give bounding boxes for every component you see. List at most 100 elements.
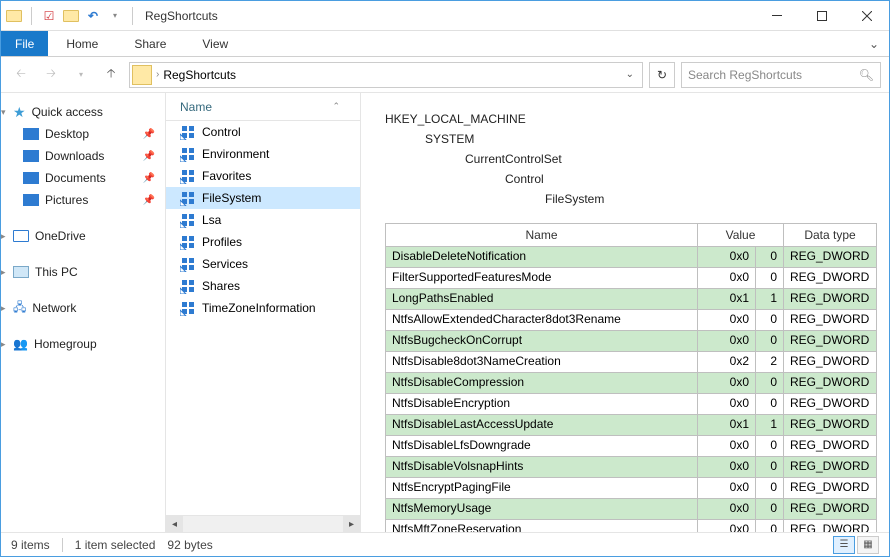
title-bar: ☑ ↶ ▾ RegShortcuts <box>1 1 889 31</box>
shortcut-icon <box>180 300 196 316</box>
table-row[interactable]: NtfsBugcheckOnCorrupt0x00REG_DWORD <box>386 331 876 352</box>
scroll-right-icon[interactable]: ▸ <box>343 516 360 533</box>
pc-icon <box>13 266 29 278</box>
search-placeholder: Search RegShortcuts <box>688 68 802 82</box>
navigation-pane: ▾ ★ Quick access Desktop📌Downloads📌Docum… <box>1 93 166 532</box>
nav-this-pc[interactable]: ▸ This PC <box>1 261 165 283</box>
shortcut-icon <box>180 190 196 206</box>
pin-icon: 📌 <box>143 151 155 162</box>
address-bar[interactable]: › RegShortcuts ⌄ <box>129 62 643 88</box>
status-bar: 9 items 1 item selected 92 bytes ☰ ▦ <box>1 532 889 556</box>
recent-dropdown-icon[interactable]: ▾ <box>69 63 93 87</box>
expand-icon[interactable]: ▸ <box>1 231 6 242</box>
list-item[interactable]: Favorites <box>166 165 360 187</box>
qat-properties-icon[interactable]: ☑ <box>40 7 58 25</box>
address-dropdown-icon[interactable]: ⌄ <box>620 69 640 80</box>
ribbon: File Home Share View ⌄ <box>1 31 889 57</box>
view-details-button[interactable]: ☰ <box>833 536 855 554</box>
view-icons-button[interactable]: ▦ <box>857 536 879 554</box>
list-item[interactable]: FileSystem <box>166 187 360 209</box>
ribbon-tab-home[interactable]: Home <box>48 31 116 56</box>
list-item[interactable]: TimeZoneInformation <box>166 297 360 319</box>
nav-quick-item[interactable]: Pictures📌 <box>1 189 165 211</box>
table-row[interactable]: NtfsDisableVolsnapHints0x00REG_DWORD <box>386 457 876 478</box>
scroll-left-icon[interactable]: ◂ <box>166 516 183 533</box>
table-row[interactable]: NtfsMemoryUsage0x00REG_DWORD <box>386 499 876 520</box>
table-row[interactable]: NtfsMftZoneReservation0x00REG_DWORD <box>386 520 876 532</box>
list-item[interactable]: Services <box>166 253 360 275</box>
pin-icon: 📌 <box>143 173 155 184</box>
minimize-button[interactable] <box>754 1 799 31</box>
list-item[interactable]: Shares <box>166 275 360 297</box>
table-row[interactable]: NtfsDisableLfsDowngrade0x00REG_DWORD <box>386 436 876 457</box>
status-selected-count: 1 item selected <box>75 538 156 552</box>
back-button[interactable]: 🡠 <box>9 63 33 87</box>
folder-icon <box>23 194 39 206</box>
folder-icon <box>23 128 39 140</box>
maximize-button[interactable] <box>799 1 844 31</box>
sort-asc-icon: ⌃ <box>332 101 360 112</box>
navigation-bar: 🡠 🡢 ▾ 🡡 › RegShortcuts ⌄ ↻ Search RegSho… <box>1 57 889 93</box>
shortcut-icon <box>180 146 196 162</box>
refresh-button[interactable]: ↻ <box>649 62 675 88</box>
horizontal-scrollbar[interactable]: ◂ ▸ <box>166 515 360 532</box>
ribbon-tab-view[interactable]: View <box>184 31 246 56</box>
table-row[interactable]: LongPathsEnabled0x11REG_DWORD <box>386 289 876 310</box>
table-header-type[interactable]: Data type <box>784 224 876 246</box>
shortcut-icon <box>180 278 196 294</box>
nav-quick-access[interactable]: ▾ ★ Quick access <box>1 101 165 123</box>
registry-values-table: Name Value Data type DisableDeleteNotifi… <box>385 223 877 532</box>
qat-newfolder-icon[interactable] <box>62 7 80 25</box>
nav-quick-item[interactable]: Documents📌 <box>1 167 165 189</box>
shortcut-icon <box>180 168 196 184</box>
homegroup-icon: 👥 <box>13 337 28 351</box>
nav-quick-item[interactable]: Desktop📌 <box>1 123 165 145</box>
table-row[interactable]: NtfsDisableCompression0x00REG_DWORD <box>386 373 876 394</box>
qat-undo-icon[interactable]: ↶ <box>84 7 102 25</box>
list-item[interactable]: Environment <box>166 143 360 165</box>
nav-homegroup[interactable]: ▸ 👥 Homegroup <box>1 333 165 355</box>
forward-button[interactable]: 🡢 <box>39 63 63 87</box>
list-item[interactable]: Control <box>166 121 360 143</box>
expand-icon[interactable]: ▾ <box>1 107 6 118</box>
list-item[interactable]: Lsa <box>166 209 360 231</box>
star-icon: ★ <box>13 104 26 121</box>
expand-icon[interactable]: ▸ <box>1 303 6 314</box>
status-item-count: 9 items <box>11 538 50 552</box>
registry-path: HKEY_LOCAL_MACHINE SYSTEM CurrentControl… <box>385 109 877 209</box>
window-title: RegShortcuts <box>141 9 218 23</box>
up-button[interactable]: 🡡 <box>99 63 123 87</box>
onedrive-icon <box>13 230 29 242</box>
shortcut-icon <box>180 256 196 272</box>
chevron-right-icon[interactable]: › <box>156 69 159 80</box>
nav-onedrive[interactable]: ▸ OneDrive <box>1 225 165 247</box>
table-row[interactable]: NtfsAllowExtendedCharacter8dot3Rename0x0… <box>386 310 876 331</box>
ribbon-tab-share[interactable]: Share <box>116 31 184 56</box>
file-list-pane: Name ⌃ ControlEnvironmentFavoritesFileSy… <box>166 93 361 532</box>
table-header-name[interactable]: Name <box>386 224 698 246</box>
nav-network[interactable]: ▸ 🖧 Network <box>1 297 165 319</box>
table-row[interactable]: NtfsDisableEncryption0x00REG_DWORD <box>386 394 876 415</box>
breadcrumb-segment[interactable]: RegShortcuts <box>163 68 236 82</box>
status-size: 92 bytes <box>167 538 212 552</box>
ribbon-file-tab[interactable]: File <box>1 31 48 56</box>
close-button[interactable] <box>844 1 889 31</box>
qat-dropdown-icon[interactable]: ▾ <box>106 7 124 25</box>
network-icon: 🖧 <box>13 298 26 319</box>
ribbon-expand-icon[interactable]: ⌄ <box>859 31 889 56</box>
nav-quick-item[interactable]: Downloads📌 <box>1 145 165 167</box>
expand-icon[interactable]: ▸ <box>1 267 6 278</box>
column-header-name[interactable]: Name ⌃ <box>166 93 360 121</box>
search-input[interactable]: Search RegShortcuts 🔍︎ <box>681 62 881 88</box>
table-row[interactable]: NtfsDisableLastAccessUpdate0x11REG_DWORD <box>386 415 876 436</box>
table-header-value[interactable]: Value <box>698 224 784 246</box>
table-row[interactable]: NtfsDisable8dot3NameCreation0x22REG_DWOR… <box>386 352 876 373</box>
table-row[interactable]: FilterSupportedFeaturesMode0x00REG_DWORD <box>386 268 876 289</box>
list-item[interactable]: Profiles <box>166 231 360 253</box>
table-row[interactable]: NtfsEncryptPagingFile0x00REG_DWORD <box>386 478 876 499</box>
folder-icon <box>132 65 152 85</box>
search-icon: 🔍︎ <box>859 68 874 82</box>
expand-icon[interactable]: ▸ <box>1 339 6 350</box>
shortcut-icon <box>180 212 196 228</box>
table-row[interactable]: DisableDeleteNotification0x00REG_DWORD <box>386 247 876 268</box>
